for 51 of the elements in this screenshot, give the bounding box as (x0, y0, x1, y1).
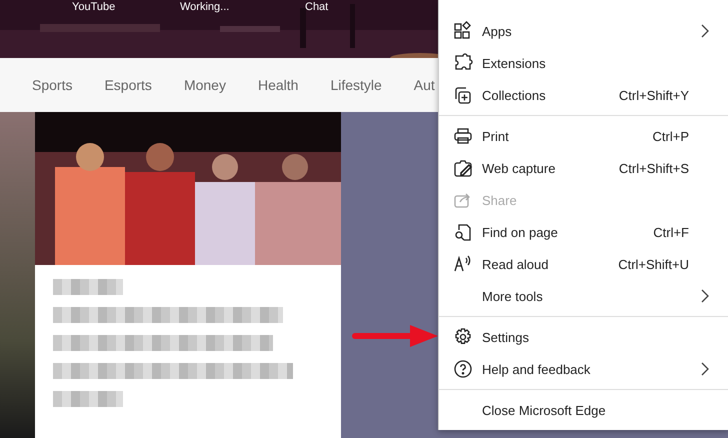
menu-item[interactable]: Apps (439, 15, 728, 47)
menu-label: Settings (482, 330, 530, 344)
shortcut-text: Ctrl+Shift+U (618, 256, 689, 272)
menu-label: Print (482, 128, 510, 144)
shortcut-text: Ctrl+F (653, 224, 689, 240)
menu-label: Read aloud (482, 256, 550, 272)
menu-item[interactable]: Web capture Ctrl+Shift+S (439, 152, 728, 184)
category-tab[interactable]: Esports (104, 77, 152, 93)
menu-item[interactable]: Close Microsoft Edge (439, 394, 728, 426)
category-tab[interactable]: Money (184, 77, 226, 93)
menu-item[interactable]: Find on page Ctrl+F (439, 216, 728, 248)
menu-label: Collections (482, 88, 547, 102)
menu-item[interactable]: More tools (439, 280, 728, 312)
shortcut-text: Ctrl+Shift+S (618, 160, 689, 176)
menu-item[interactable]: Collections Ctrl+Shift+Y (439, 79, 728, 111)
menu-label: Extensions (482, 56, 547, 70)
menu-label: Apps (482, 24, 513, 38)
menu-item[interactable]: Read aloud Ctrl+Shift+U (439, 248, 728, 280)
category-tab[interactable]: Sports (32, 77, 72, 93)
menu-label: More tools (482, 288, 544, 304)
menu-item[interactable]: Print Ctrl+P (439, 120, 728, 152)
category-tab[interactable]: Health (258, 77, 298, 93)
menu-label: Share (482, 192, 518, 208)
shortcut-text: Ctrl+Shift+Y (618, 88, 689, 102)
category-tab[interactable]: Aut (414, 77, 435, 93)
settings-icon (453, 327, 473, 347)
chevron-icon (701, 362, 709, 376)
menu-label: Web capture (482, 160, 556, 176)
chevron-icon (701, 24, 709, 38)
bookmark-link[interactable]: YouTube (72, 1, 180, 13)
print-icon (453, 126, 473, 146)
apps-icon (453, 21, 473, 41)
menu-label: Find on page (482, 224, 559, 240)
menu-item[interactable]: Extensions (439, 47, 728, 79)
read-icon (453, 254, 473, 274)
shortcut-text: Ctrl+P (652, 128, 689, 144)
capture-icon (453, 158, 473, 178)
menu-label: Close Microsoft Edge (482, 402, 607, 418)
menu-item[interactable]: Settings (439, 321, 728, 353)
category-tab[interactable]: Lifestyle (330, 77, 382, 93)
blurred-text (53, 279, 123, 295)
collections-icon (453, 85, 473, 105)
menu-item[interactable]: Help and feedback (439, 353, 728, 385)
help-icon (453, 359, 473, 379)
bookmark-link[interactable]: Chat (305, 1, 328, 13)
menu-label: Help and feedback (482, 362, 592, 376)
bookmark-link[interactable]: Working... (180, 1, 305, 13)
search-icon (453, 222, 473, 242)
news-card[interactable] (35, 112, 341, 438)
chevron-icon (701, 289, 709, 303)
blurred-text (53, 391, 123, 407)
